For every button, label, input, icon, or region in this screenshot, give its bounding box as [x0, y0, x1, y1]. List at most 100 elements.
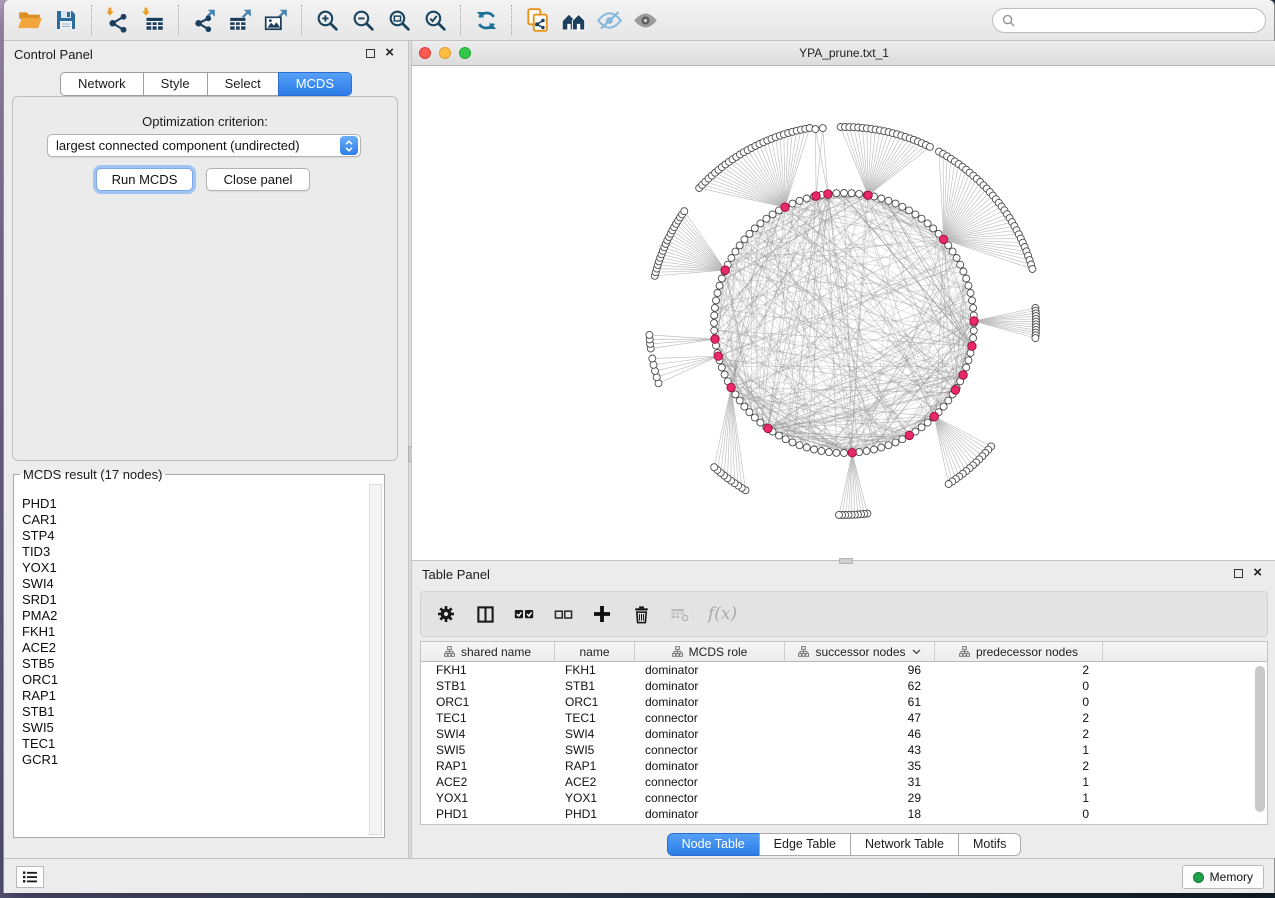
settings-gear-icon[interactable]: [435, 603, 457, 625]
show-graphics-details-button[interactable]: [627, 3, 663, 37]
duplicate-network-button[interactable]: [519, 3, 555, 37]
mcds-result-item[interactable]: GCR1: [15, 752, 368, 768]
cell-shared-name: STB1: [421, 678, 555, 694]
mcds-result-item[interactable]: TEC1: [15, 736, 368, 752]
cell-MCDS-role: connector: [635, 790, 785, 806]
mcds-result-item[interactable]: STB5: [15, 656, 368, 672]
column-header-name[interactable]: name: [555, 642, 635, 661]
mcds-result-item[interactable]: TID3: [15, 544, 368, 560]
mcds-result-item[interactable]: FKH1: [15, 624, 368, 640]
export-image-button[interactable]: [258, 3, 294, 37]
mcds-result-item[interactable]: SWI4: [15, 576, 368, 592]
export-table-icon: [227, 7, 253, 33]
tab-motifs[interactable]: Motifs: [958, 833, 1021, 856]
deselect-all-checkboxes-icon[interactable]: [552, 603, 574, 625]
tab-mcds[interactable]: MCDS: [278, 72, 352, 96]
table-row[interactable]: ACE2ACE2connector311: [421, 774, 1267, 790]
mcds-result-item[interactable]: YOX1: [15, 560, 368, 576]
mcds-result-item[interactable]: PMA2: [15, 608, 368, 624]
table-scrollbar-thumb[interactable]: [1255, 666, 1265, 812]
mcds-result-item[interactable]: CAR1: [15, 512, 368, 528]
zoom-fit-button[interactable]: [381, 3, 417, 37]
network-view-titlebar[interactable]: YPA_prune.txt_1: [412, 41, 1275, 66]
search-input[interactable]: [1021, 13, 1256, 27]
status-bar: Memory: [4, 858, 1274, 893]
import-table-icon: [140, 7, 166, 33]
cell-predecessor-nodes: 0: [935, 806, 1103, 822]
run-mcds-button[interactable]: Run MCDS: [96, 168, 193, 191]
cell-shared-name: SWI5: [421, 742, 555, 758]
export-table-button[interactable]: [222, 3, 258, 37]
network-canvas[interactable]: [412, 66, 1275, 560]
mcds-result-item[interactable]: SRD1: [15, 592, 368, 608]
minimize-window-icon[interactable]: [439, 47, 451, 59]
zoom-selected-icon: [423, 8, 448, 33]
show-columns-icon[interactable]: [474, 603, 496, 625]
mcds-result-item[interactable]: RAP1: [15, 688, 368, 704]
cell-predecessor-nodes: 0: [935, 694, 1103, 710]
table-row[interactable]: RAP1RAP1dominator352: [421, 758, 1267, 774]
close-panel-icon[interactable]: ×: [1253, 568, 1262, 578]
column-header-shared-name[interactable]: shared name: [421, 642, 555, 661]
add-column-icon[interactable]: [591, 603, 613, 625]
save-session-button[interactable]: [48, 3, 84, 37]
float-panel-icon[interactable]: [1234, 569, 1243, 578]
hide-annotations-button[interactable]: [591, 3, 627, 37]
select-stepper-icon: [340, 136, 358, 155]
table-row[interactable]: ORC1ORC1dominator610: [421, 694, 1267, 710]
tab-style[interactable]: Style: [143, 72, 208, 96]
table-row[interactable]: FKH1FKH1dominator962: [421, 662, 1267, 678]
tab-network-table[interactable]: Network Table: [850, 833, 959, 856]
criterion-select[interactable]: largest connected component (undirected): [47, 134, 361, 157]
zoom-out-button[interactable]: [345, 3, 381, 37]
zoom-selected-button[interactable]: [417, 3, 453, 37]
cell-predecessor-nodes: 0: [935, 678, 1103, 694]
float-panel-icon[interactable]: [366, 49, 375, 58]
tab-select[interactable]: Select: [207, 72, 279, 96]
table-row[interactable]: STB1STB1dominator620: [421, 678, 1267, 694]
memory-button[interactable]: Memory: [1182, 865, 1264, 889]
column-header-successor-nodes[interactable]: successor nodes: [785, 642, 935, 661]
table-header: shared namenameMCDS rolesuccessor nodesp…: [421, 642, 1267, 662]
mcds-result-item[interactable]: SWI5: [15, 720, 368, 736]
tab-edge-table[interactable]: Edge Table: [759, 833, 851, 856]
table-row[interactable]: YOX1YOX1connector291: [421, 790, 1267, 806]
table-row[interactable]: SWI4SWI4dominator462: [421, 726, 1267, 742]
import-table-button[interactable]: [135, 3, 171, 37]
mcds-result-item[interactable]: STP4: [15, 528, 368, 544]
table-row[interactable]: SWI5SWI5connector431: [421, 742, 1267, 758]
cell-name: STB1: [555, 678, 635, 694]
mcds-result-item[interactable]: ORC1: [15, 672, 368, 688]
table-row[interactable]: PHD1PHD1dominator180: [421, 806, 1267, 822]
horizontal-splitter-handle[interactable]: [839, 558, 853, 564]
column-header-predecessor-nodes[interactable]: predecessor nodes: [935, 642, 1103, 661]
refresh-view-button[interactable]: [468, 3, 504, 37]
network-graph[interactable]: [412, 66, 1275, 560]
table-row[interactable]: TEC1TEC1connector472: [421, 710, 1267, 726]
mcds-result-item[interactable]: ACE2: [15, 640, 368, 656]
open-file-button[interactable]: [12, 3, 48, 37]
cell-shared-name: YOX1: [421, 790, 555, 806]
task-history-button[interactable]: [16, 866, 44, 888]
zoom-in-button[interactable]: [309, 3, 345, 37]
first-neighbors-button[interactable]: [555, 3, 591, 37]
maximize-window-icon[interactable]: [459, 47, 471, 59]
select-all-checkboxes-icon[interactable]: [513, 603, 535, 625]
search-icon: [1002, 14, 1015, 27]
close-panel-button[interactable]: Close panel: [206, 168, 310, 191]
cell-successor-nodes: 31: [785, 774, 935, 790]
houses-icon: [560, 7, 587, 34]
close-window-icon[interactable]: [419, 47, 431, 59]
mcds-result-scrollbar[interactable]: [369, 484, 382, 835]
import-network-button[interactable]: [99, 3, 135, 37]
delete-column-icon[interactable]: [630, 603, 652, 625]
close-panel-icon[interactable]: ×: [385, 48, 394, 58]
column-header-MCDS-role[interactable]: MCDS role: [635, 642, 785, 661]
mcds-result-item[interactable]: STB1: [15, 704, 368, 720]
table-scrollbar[interactable]: [1253, 663, 1266, 821]
tab-network[interactable]: Network: [60, 72, 144, 96]
export-network-button[interactable]: [186, 3, 222, 37]
tab-node-table[interactable]: Node Table: [667, 833, 760, 856]
cell-MCDS-role: dominator: [635, 662, 785, 678]
mcds-result-item[interactable]: PHD1: [15, 496, 368, 512]
